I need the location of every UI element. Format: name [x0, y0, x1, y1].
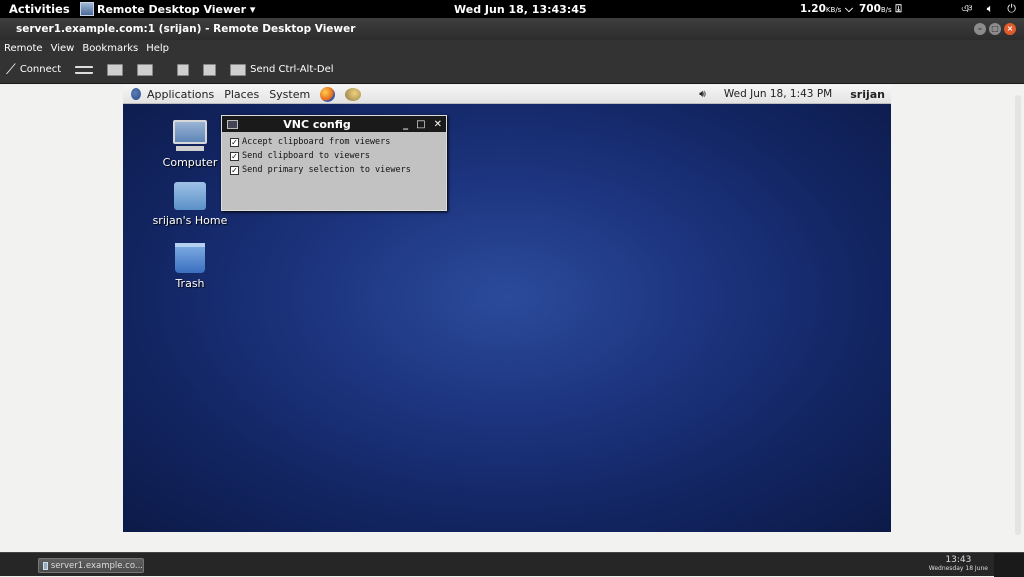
- remote-user[interactable]: srijan: [850, 88, 885, 101]
- minimize-button[interactable]: –: [974, 23, 986, 35]
- taskbar-date: Wednesday 18 June: [928, 565, 988, 572]
- taskbar-item-remote-viewer[interactable]: server1.example.co...: [38, 558, 144, 573]
- window-titlebar[interactable]: server1.example.com:1 (srijan) - Remote …: [0, 18, 1024, 40]
- app-menu[interactable]: Remote Desktop Viewer ▾: [80, 2, 255, 16]
- vnc-config-titlebar[interactable]: VNC config _ □ ✕: [222, 116, 446, 132]
- taskbar-item-label: server1.example.co...: [50, 560, 143, 571]
- firefox-icon[interactable]: [320, 86, 336, 102]
- send-ctrl-alt-del-button[interactable]: Send Ctrl-Alt-Del: [230, 63, 334, 76]
- remote-clock[interactable]: Wed Jun 18, 1:43 PM: [724, 88, 832, 101]
- maximize-button[interactable]: □: [989, 23, 1001, 35]
- close-button[interactable]: ×: [1004, 23, 1016, 35]
- window-title: server1.example.com:1 (srijan) - Remote …: [16, 23, 356, 35]
- taskbar-clock[interactable]: 13:43 Wednesday 18 June: [929, 555, 988, 572]
- menu-bar: Remote View Bookmarks Help: [0, 40, 1024, 56]
- activities-button[interactable]: Activities: [0, 2, 80, 16]
- connect-label: Connect: [19, 64, 62, 75]
- fullscreen-button[interactable]: [107, 63, 124, 76]
- view-only-button[interactable]: [177, 63, 190, 76]
- vnc-minimize-button[interactable]: _: [403, 119, 408, 130]
- download-icon: ⍗: [895, 2, 902, 15]
- vnc-maximize-button[interactable]: □: [416, 119, 425, 130]
- menu-view[interactable]: View: [51, 43, 75, 54]
- network-speed-indicator[interactable]: 1.20KB/s ⌵ 700B/s ⍗: [800, 3, 902, 16]
- remote-screen[interactable]: Applications Places System 🔊︎ Wed Jun 18…: [123, 85, 891, 532]
- vertical-scrollbar[interactable]: [1015, 95, 1021, 535]
- option-label: Send primary selection to viewers: [242, 165, 411, 175]
- home-folder-icon: [174, 182, 206, 210]
- screenshot-icon: [137, 63, 154, 76]
- remote-desktop[interactable]: Computer srijan's Home Trash VNC config …: [123, 104, 891, 532]
- fullscreen-icon: [107, 63, 124, 76]
- net-down-value: 1.20: [800, 2, 826, 15]
- menu-remote[interactable]: Remote: [4, 43, 43, 54]
- vnc-close-button[interactable]: ✕: [434, 119, 442, 130]
- taskbar-time: 13:43: [945, 555, 972, 565]
- menu-bookmarks[interactable]: Bookmarks: [82, 43, 138, 54]
- desktop-icon-home[interactable]: srijan's Home: [150, 182, 230, 227]
- option-label: Accept clipboard from viewers: [242, 137, 391, 147]
- option-send-primary-selection[interactable]: ✓ Send primary selection to viewers: [222, 163, 446, 177]
- desktop-icon-trash[interactable]: Trash: [150, 243, 230, 290]
- bottom-taskbar: server1.example.co... 13:43 Wednesday 18…: [0, 552, 1024, 577]
- view-only-icon: [177, 63, 190, 76]
- desktop-icon-label: srijan's Home: [152, 214, 228, 227]
- screenshot-button[interactable]: [137, 63, 154, 76]
- vnc-config-dialog: VNC config _ □ ✕ ✓ Accept clipboard from…: [221, 115, 447, 211]
- desktop-icon-label: Computer: [162, 156, 218, 169]
- desktop-icon-computer[interactable]: Computer: [150, 120, 230, 169]
- net-up-unit: B/s: [880, 5, 892, 14]
- scaling-icon: [203, 63, 217, 76]
- option-accept-clipboard[interactable]: ✓ Accept clipboard from viewers: [222, 135, 446, 149]
- checkbox-checked-icon[interactable]: ✓: [230, 151, 239, 161]
- show-desktop-button[interactable]: [994, 553, 1024, 577]
- plug-icon: [75, 65, 94, 74]
- keyboard-icon: [230, 63, 247, 76]
- input-method-icon[interactable]: ঞ: [961, 0, 973, 19]
- volume-icon[interactable]: 🔈︎: [987, 2, 994, 16]
- checkbox-checked-icon[interactable]: ✓: [230, 165, 239, 175]
- checkbox-checked-icon[interactable]: ✓: [230, 137, 239, 147]
- desktop-icon-label: Trash: [175, 277, 205, 290]
- menu-help[interactable]: Help: [146, 43, 169, 54]
- viewer-content: Applications Places System 🔊︎ Wed Jun 18…: [0, 85, 1024, 552]
- app-menu-label: Remote Desktop Viewer ▾: [97, 2, 256, 16]
- remote-volume-icon[interactable]: 🔊︎: [699, 88, 706, 101]
- remote-menu-system[interactable]: System: [269, 88, 310, 101]
- remote-menu-places[interactable]: Places: [224, 88, 259, 101]
- gnome-foot-icon: [129, 87, 143, 101]
- send-cad-label: Send Ctrl-Alt-Del: [250, 64, 334, 75]
- top-clock[interactable]: Wed Jun 18, 13:43:45: [454, 3, 587, 16]
- toolbar: ⟋ Connect Send Ctrl-Alt-Del: [0, 56, 1024, 84]
- option-send-clipboard[interactable]: ✓ Send clipboard to viewers: [222, 149, 446, 163]
- remote-gnome-panel: Applications Places System 🔊︎ Wed Jun 18…: [123, 85, 891, 104]
- remote-menu-applications[interactable]: Applications: [147, 88, 214, 101]
- connect-button[interactable]: ⟋ Connect: [6, 62, 61, 78]
- power-icon[interactable]: ⏻: [1007, 2, 1016, 16]
- disconnect-button[interactable]: [75, 65, 94, 74]
- chevron-down-icon: ⌵: [844, 2, 853, 15]
- window-icon: [43, 561, 48, 570]
- system-tray: ঞ 🔈︎ ⏻: [961, 0, 1016, 19]
- mail-client-icon[interactable]: [345, 87, 362, 101]
- trash-icon: [175, 243, 205, 273]
- net-up-value: 700: [858, 2, 881, 15]
- net-down-unit: KB/s: [825, 5, 842, 14]
- gnome-top-bar: Activities Remote Desktop Viewer ▾ Wed J…: [0, 0, 1024, 18]
- remote-desktop-viewer-icon: [80, 2, 94, 16]
- connect-icon: ⟋: [6, 61, 16, 78]
- scaling-button[interactable]: [203, 63, 217, 76]
- window-controls: – □ ×: [974, 23, 1016, 35]
- computer-icon: [172, 120, 208, 152]
- vnc-config-title: VNC config: [283, 117, 351, 131]
- option-label: Send clipboard to viewers: [242, 151, 370, 161]
